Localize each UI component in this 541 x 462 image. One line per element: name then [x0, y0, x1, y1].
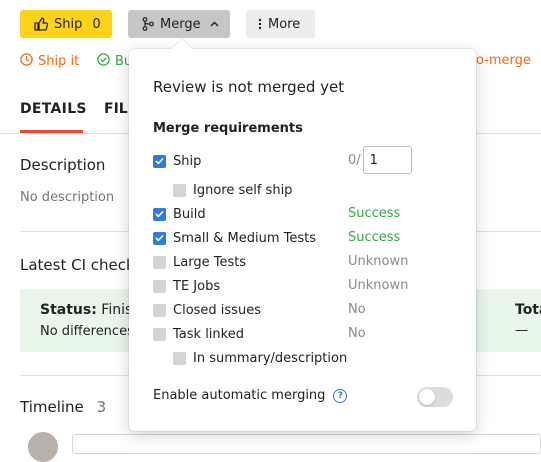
- more-label: More: [268, 16, 301, 32]
- merge-popup: Review is not merged yet Merge requireme…: [129, 39, 476, 431]
- ship-label: Ship: [54, 16, 83, 32]
- ci-total-label: Tota: [515, 302, 541, 318]
- build-status: Bu: [97, 53, 132, 70]
- check-circle-icon: [97, 53, 110, 70]
- checkbox-tests[interactable]: [153, 231, 166, 245]
- requirement-label: Large Tests: [173, 254, 247, 270]
- ship-it-link[interactable]: Ship it: [20, 53, 79, 70]
- ci-differences: No differences: [40, 324, 134, 339]
- build-status-value: Success: [348, 206, 401, 221]
- question-icon[interactable]: ?: [333, 388, 348, 403]
- ci-status: Status: Finis: [40, 302, 132, 318]
- merge-icon: [142, 17, 154, 31]
- requirement-build[interactable]: Build: [153, 205, 206, 223]
- auto-merge-label: Enable automatic merging: [153, 388, 326, 403]
- ship-it-label: Ship it: [38, 54, 80, 69]
- ship-counter-prefix: 0/: [348, 152, 361, 168]
- ship-counter: 0/: [348, 146, 412, 174]
- task-linked-status-value: No: [348, 326, 366, 341]
- checkbox-closed-issues[interactable]: [153, 303, 166, 317]
- requirement-large-tests[interactable]: Large Tests: [153, 253, 246, 271]
- checkbox-in-summary[interactable]: [173, 351, 186, 365]
- requirement-closed-issues[interactable]: Closed issues: [153, 301, 261, 319]
- avatar: [28, 432, 58, 462]
- requirement-tests[interactable]: Small & Medium Tests: [153, 229, 316, 247]
- tests-status-value: Success: [348, 230, 401, 245]
- merge-label: Merge: [160, 16, 201, 32]
- ci-title: Latest CI check: [20, 256, 135, 274]
- timeline-label: Timeline: [20, 398, 84, 416]
- large-tests-status-value: Unknown: [348, 254, 409, 269]
- chevron-up-icon: [210, 21, 219, 27]
- merge-requirements-title: Merge requirements: [153, 121, 303, 136]
- clock-icon: [20, 53, 33, 70]
- requirement-label: Task linked: [173, 326, 244, 342]
- requirement-label: Closed issues: [173, 302, 261, 318]
- ship-button[interactable]: Ship 0: [20, 10, 112, 38]
- popup-title: Review is not merged yet: [153, 78, 345, 96]
- checkbox-te-jobs[interactable]: [153, 279, 166, 293]
- closed-issues-status-value: No: [348, 302, 366, 317]
- ci-total-value: —: [515, 323, 528, 338]
- requirement-task-linked[interactable]: Task linked: [153, 325, 244, 343]
- requirement-label: Small & Medium Tests: [173, 230, 316, 246]
- description-title: Description: [20, 156, 106, 174]
- requirement-in-summary[interactable]: In summary/description: [173, 349, 347, 367]
- requirement-label: Build: [173, 206, 206, 222]
- requirement-label: TE Jobs: [173, 278, 221, 294]
- checkbox-build[interactable]: [153, 207, 166, 221]
- description-text: No description: [20, 190, 115, 205]
- requirement-label: In summary/description: [193, 350, 348, 366]
- checkbox-ignore-self-ship[interactable]: [173, 183, 186, 197]
- popup-arrow: [172, 39, 192, 59]
- thumbs-up-icon: [34, 17, 48, 31]
- timeline-count: 3: [96, 398, 107, 416]
- comment-input[interactable]: [72, 434, 541, 454]
- auto-merge-toggle[interactable]: [417, 387, 453, 407]
- tab-files[interactable]: FIL: [104, 101, 128, 117]
- checkbox-task-linked[interactable]: [153, 327, 166, 341]
- requirement-ignore-self-ship[interactable]: Ignore self ship: [173, 181, 292, 199]
- toggle-knob: [419, 389, 435, 405]
- requirement-te-jobs[interactable]: TE Jobs: [153, 277, 220, 295]
- ci-status-value: Finis: [101, 302, 133, 318]
- tab-details[interactable]: DETAILS: [20, 101, 87, 117]
- merge-button[interactable]: Merge: [128, 10, 230, 38]
- ci-status-label: Status:: [40, 302, 97, 318]
- auto-merge-row: Enable automatic merging ?: [153, 388, 348, 403]
- ship-count: 0: [92, 16, 101, 32]
- required-ships-input[interactable]: [362, 146, 412, 174]
- checkbox-large-tests[interactable]: [153, 255, 166, 269]
- timeline-title: Timeline 3: [20, 398, 106, 416]
- te-jobs-status-value: Unknown: [348, 278, 409, 293]
- checkbox-ship[interactable]: [153, 154, 166, 168]
- requirement-label: Ship: [173, 153, 202, 169]
- more-button[interactable]: More: [246, 10, 315, 38]
- requirement-label: Ignore self ship: [193, 182, 293, 198]
- requirement-ship[interactable]: Ship: [153, 152, 201, 170]
- kebab-icon: [258, 18, 262, 30]
- auto-merge-link[interactable]: o-merge: [476, 53, 531, 68]
